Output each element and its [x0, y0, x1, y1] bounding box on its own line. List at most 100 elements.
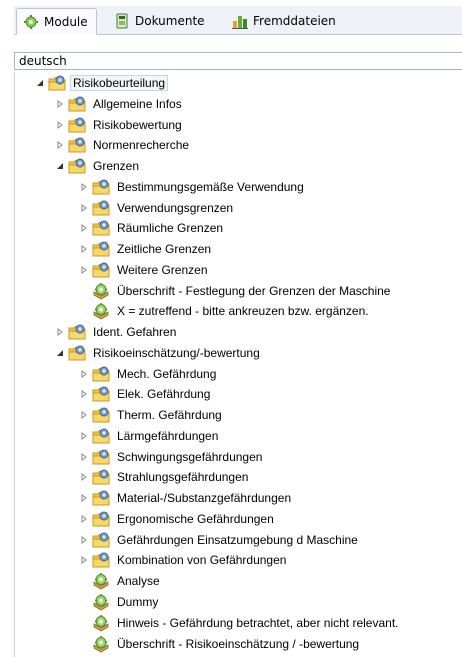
expand-arrow-icon[interactable] [79, 488, 89, 508]
tree-item[interactable]: Dummy [79, 592, 161, 612]
collapse-arrow-icon[interactable] [55, 156, 65, 176]
tree-item-label: Räumliche Grenzen [117, 221, 224, 236]
tree-item[interactable]: Ident. Gefahren [55, 322, 179, 342]
tree-item[interactable]: Überschrift - Festlegung der Grenzen der… [79, 281, 393, 301]
folder-icon [92, 427, 110, 445]
expand-arrow-icon[interactable] [79, 384, 89, 404]
chart-icon [232, 13, 248, 29]
module-icon [92, 614, 110, 632]
expand-arrow-icon[interactable] [55, 115, 65, 135]
module-icon [92, 572, 110, 590]
tree-item-label: Gefährdungen Einsatzumgebung d Maschine [117, 532, 358, 547]
tree-item[interactable]: Hinweis - Gefährdung betrachtet, aber ni… [79, 613, 401, 633]
folder-icon [68, 136, 86, 154]
tree-item[interactable]: Ergonomische Gefährdungen [79, 509, 277, 529]
tree-item-label: Hinweis - Gefährdung betrachtet, aber ni… [117, 615, 399, 630]
expand-arrow-icon[interactable] [79, 260, 89, 280]
tree-item[interactable]: Verwendungsgrenzen [79, 198, 236, 218]
tree-item[interactable]: Risikoeinschätzung/-bewertung [55, 343, 263, 363]
expand-arrow-icon[interactable] [79, 198, 89, 218]
tree-item[interactable]: Risikobeurteilung [35, 73, 169, 93]
tree-item-label: Ident. Gefahren [93, 325, 177, 340]
tree-item-label: Verwendungsgrenzen [117, 200, 234, 215]
collapse-arrow-icon[interactable] [55, 343, 65, 363]
expand-arrow-icon[interactable] [55, 94, 65, 114]
expand-arrow-icon[interactable] [79, 530, 89, 550]
tree-item[interactable]: Elek. Gefährdung [79, 384, 213, 404]
tab-dokumente[interactable]: Dokumente [108, 9, 213, 33]
tab-dokumente-label: Dokumente [135, 14, 205, 28]
tree-item[interactable]: Bestimmungsgemäße Verwendung [79, 177, 307, 197]
folder-icon [92, 489, 110, 507]
tree-item-label: Zeitliche Grenzen [117, 242, 212, 257]
folder-icon [92, 199, 110, 217]
tree-item-label: Analyse [117, 574, 160, 589]
folder-icon [92, 468, 110, 486]
tree-item-label: Schwingungsgefährdungen [117, 449, 263, 464]
expand-arrow-icon[interactable] [79, 218, 89, 238]
collapse-arrow-icon[interactable] [35, 73, 45, 93]
tab-module-label: Module [44, 14, 88, 29]
tree-item[interactable]: Grenzen [55, 156, 142, 176]
module-icon [92, 282, 110, 300]
tab-module[interactable]: Module [16, 8, 97, 35]
tree-item-label: Grenzen [93, 159, 140, 174]
folder-icon [92, 531, 110, 549]
tree-item[interactable]: Räumliche Grenzen [79, 218, 226, 238]
tree-item[interactable]: Strahlungsgefährdungen [79, 467, 251, 487]
expand-arrow-icon[interactable] [79, 177, 89, 197]
search-input[interactable] [14, 52, 462, 70]
expand-arrow-icon[interactable] [79, 405, 89, 425]
module-icon [92, 635, 110, 653]
tree-item[interactable]: Kombination von Gefährdungen [79, 550, 289, 570]
tree-item-label: Überschrift - Festlegung der Grenzen der… [117, 283, 391, 298]
tree-item[interactable]: Schwingungsgefährdungen [79, 447, 265, 467]
tree-item-label: Lärmgefährdungen [117, 428, 219, 443]
tab-fremddateien-label: Fremddateien [253, 14, 336, 28]
tab-fremddateien[interactable]: Fremddateien [226, 9, 344, 33]
tree-item[interactable]: Gefährdungen Einsatzumgebung d Maschine [79, 530, 361, 550]
tree-item-label: Therm. Gefährdung [117, 408, 222, 423]
tree-item[interactable]: Therm. Gefährdung [79, 405, 225, 425]
module-tab-bar: Module Dokumente Fremddateien [14, 6, 462, 35]
expand-arrow-icon[interactable] [79, 550, 89, 570]
expand-arrow-icon[interactable] [55, 135, 65, 155]
tree-item-label: Normenrecherche [93, 138, 190, 153]
folder-icon [92, 365, 110, 383]
tree-item[interactable]: Material-/Substanzgefährdungen [79, 488, 294, 508]
tree-item[interactable]: Allgemeine Infos [55, 94, 185, 114]
expand-arrow-icon[interactable] [79, 364, 89, 384]
module-icon [23, 14, 39, 30]
tree-item[interactable]: Normenrecherche [55, 135, 192, 155]
tree-item[interactable]: Lärmgefährdungen [79, 426, 221, 446]
folder-icon [92, 178, 110, 196]
tree-item-label: X = zutreffend - bitte ankreuzen bzw. er… [117, 304, 369, 319]
expand-arrow-icon[interactable] [79, 509, 89, 529]
tree-item[interactable]: X = zutreffend - bitte ankreuzen bzw. er… [79, 301, 372, 321]
tree-item-label: Ergonomische Gefährdungen [117, 511, 274, 526]
tree-item[interactable]: Weitere Grenzen [79, 260, 211, 280]
expand-arrow-icon[interactable] [79, 426, 89, 446]
tree-item-label: Risikobeurteilung [70, 75, 169, 91]
folder-icon [92, 448, 110, 466]
expand-arrow-icon[interactable] [79, 239, 89, 259]
folder-icon [92, 240, 110, 258]
tree-item[interactable]: Analyse [79, 571, 163, 591]
tree-item[interactable]: Zeitliche Grenzen [79, 239, 214, 259]
module-icon [92, 593, 110, 611]
tree-item[interactable]: Risikobewertung [55, 115, 185, 135]
tree-item[interactable]: Überschrift - Risikoeinschätzung / -bewe… [79, 634, 362, 654]
expand-arrow-icon[interactable] [79, 447, 89, 467]
folder-icon [92, 385, 110, 403]
tree-item-label: Material-/Substanzgefährdungen [117, 491, 292, 506]
tree-item[interactable]: Mech. Gefährdung [79, 364, 219, 384]
document-icon [114, 13, 130, 29]
expand-arrow-icon[interactable] [55, 322, 65, 342]
expand-arrow-icon[interactable] [79, 467, 89, 487]
tree-item-label: Risikobewertung [93, 117, 182, 132]
